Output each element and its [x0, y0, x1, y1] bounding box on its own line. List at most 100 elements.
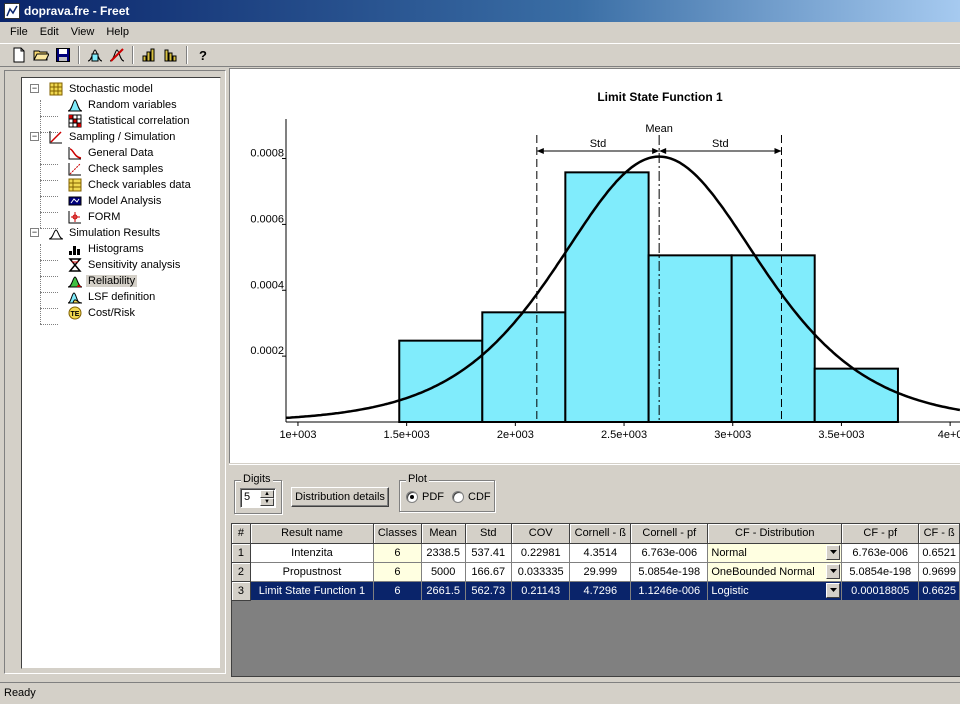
column-header[interactable]: Result name: [250, 524, 375, 544]
table-cell[interactable]: 5000: [421, 562, 466, 582]
table-cell[interactable]: 2661.5: [421, 581, 466, 601]
column-header[interactable]: Cornell - pf: [630, 524, 709, 544]
dropdown-arrow-icon[interactable]: [826, 563, 841, 579]
column-header[interactable]: CF - pf: [841, 524, 920, 544]
tree-item-form[interactable]: FORM: [67, 209, 122, 225]
tree-item-model-analysis[interactable]: Model Analysis: [67, 193, 163, 209]
classes-cell[interactable]: 6: [373, 543, 422, 563]
new-file-icon[interactable]: [8, 44, 30, 66]
table-cell[interactable]: 29.999: [569, 562, 632, 582]
classes-cell[interactable]: 6: [373, 562, 422, 582]
model-icon[interactable]: [84, 44, 106, 66]
menu-file[interactable]: File: [4, 24, 34, 40]
tree-item-simulation-results[interactable]: Simulation Results: [48, 225, 162, 241]
table-cell[interactable]: 0.6521: [918, 543, 960, 563]
tree-item-random-variables[interactable]: Random variables: [67, 97, 179, 113]
results-icon[interactable]: [160, 44, 182, 66]
tree-item-histograms[interactable]: Histograms: [67, 241, 146, 257]
save-icon[interactable]: [52, 44, 74, 66]
expander-stochastic-model[interactable]: −: [30, 84, 39, 93]
table-cell[interactable]: Propustnost: [250, 562, 375, 582]
table-cell[interactable]: 0.00018805: [841, 581, 920, 601]
column-header[interactable]: Cornell - ß: [569, 524, 632, 544]
dropdown-arrow-icon[interactable]: [826, 544, 841, 560]
table-cell[interactable]: 1.1246e-006: [630, 581, 709, 601]
table-row[interactable]: 3 Limit State Function 1 6 2661.5 562.73 0.21…: [232, 581, 960, 601]
svg-text:?: ?: [199, 48, 207, 63]
tree-item-stochastic-model[interactable]: Stochastic model: [48, 81, 155, 97]
tree-item-lsf-definition[interactable]: LSF definition: [67, 289, 157, 305]
column-header[interactable]: #: [232, 524, 251, 544]
title-bar: doprava.fre - Freet: [0, 0, 960, 22]
table-cell[interactable]: Limit State Function 1: [250, 581, 375, 601]
toolbar-separator: [186, 46, 188, 64]
dropdown-arrow-icon[interactable]: [826, 582, 841, 598]
spin-down-icon[interactable]: ▼: [260, 498, 274, 506]
table-cell[interactable]: 4.7296: [569, 581, 632, 601]
column-header[interactable]: Std: [465, 524, 512, 544]
chart-title: Limit State Function 1: [597, 90, 723, 104]
pdf-radio[interactable]: [406, 491, 418, 503]
table-header-row: # Result name Classes Mean Std COV Cornell - ß…: [232, 524, 960, 544]
table-cell[interactable]: 4.3514: [569, 543, 632, 563]
column-header[interactable]: CF - Distribution: [707, 524, 843, 544]
sample-icon[interactable]: [138, 44, 160, 66]
table-cell[interactable]: Intenzita: [250, 543, 375, 563]
distribution-select[interactable]: Normal: [707, 543, 843, 563]
tree-label: Sensitivity analysis: [88, 259, 181, 271]
table-cell[interactable]: 2338.5: [421, 543, 466, 563]
table-cell[interactable]: 0.21143: [511, 581, 571, 601]
window-title: doprava.fre - Freet: [24, 4, 130, 18]
table-cell[interactable]: 0.9699: [918, 562, 960, 582]
distribution-select[interactable]: OneBounded Normal: [707, 562, 843, 582]
column-header[interactable]: COV: [511, 524, 571, 544]
table-row[interactable]: 1 Intenzita 6 2338.5 537.41 0.22981 4.3514 6.76…: [232, 543, 960, 563]
column-header[interactable]: CF - ß: [918, 524, 960, 544]
open-folder-icon[interactable]: [30, 44, 52, 66]
tree-item-cost-risk[interactable]: TE Cost/Risk: [67, 305, 137, 321]
spin-up-icon[interactable]: ▲: [260, 490, 274, 498]
table-cell[interactable]: 0.6625: [918, 581, 960, 601]
tree-label: Model Analysis: [88, 195, 162, 207]
table-cell[interactable]: 6.763e-006: [630, 543, 709, 563]
table-cell[interactable]: 166.67: [465, 562, 512, 582]
histogram-bar: [481, 311, 567, 424]
column-header[interactable]: Classes: [373, 524, 422, 544]
tree-item-general-data[interactable]: General Data: [67, 145, 155, 161]
distribution-select[interactable]: Logistic: [707, 581, 843, 601]
distribution-details-button[interactable]: Distribution details: [291, 487, 389, 507]
toolbar-separator: [132, 46, 134, 64]
tree-item-statistical-correlation[interactable]: Statistical correlation: [67, 113, 192, 129]
table-cell[interactable]: 5.0854e-198: [630, 562, 709, 582]
table-cell[interactable]: 562.73: [465, 581, 512, 601]
table-cell[interactable]: 5.0854e-198: [841, 562, 920, 582]
column-header[interactable]: Mean: [421, 524, 466, 544]
tree-label: Histograms: [88, 243, 144, 255]
tree-item-reliability[interactable]: Reliability: [67, 273, 138, 289]
simulation-icon[interactable]: [106, 44, 128, 66]
help-icon[interactable]: ?: [192, 44, 214, 66]
table-cell[interactable]: 0.22981: [511, 543, 571, 563]
tree-item-check-variables-data[interactable]: Check variables data: [67, 177, 193, 193]
cdf-radio-label: CDF: [468, 491, 491, 503]
tree-label: FORM: [88, 211, 121, 223]
tree-item-sensitivity-analysis[interactable]: Sensitivity analysis: [67, 257, 182, 273]
cdf-option[interactable]: CDF: [452, 491, 491, 503]
pdf-option[interactable]: PDF: [406, 491, 444, 503]
menu-edit[interactable]: Edit: [34, 24, 65, 40]
tree-item-check-samples[interactable]: Check samples: [67, 161, 165, 177]
classes-cell[interactable]: 6: [373, 581, 422, 601]
tree-item-sampling-simulation[interactable]: Sampling / Simulation: [48, 129, 177, 145]
histogram-bar: [398, 339, 484, 424]
table-cell[interactable]: 0.033335: [511, 562, 571, 582]
menu-help[interactable]: Help: [100, 24, 135, 40]
grid-icon: [48, 81, 64, 97]
table-row[interactable]: 2 Propustnost 6 5000 166.67 0.033335 29.999 5.0…: [232, 562, 960, 582]
table-cell[interactable]: 537.41: [465, 543, 512, 563]
table-cell[interactable]: 6.763e-006: [841, 543, 920, 563]
cdf-radio[interactable]: [452, 491, 464, 503]
expander-simulation-results[interactable]: −: [30, 228, 39, 237]
menu-view[interactable]: View: [65, 24, 101, 40]
digits-spinner[interactable]: 5 ▲ ▼: [240, 488, 276, 508]
expander-sampling[interactable]: −: [30, 132, 39, 141]
